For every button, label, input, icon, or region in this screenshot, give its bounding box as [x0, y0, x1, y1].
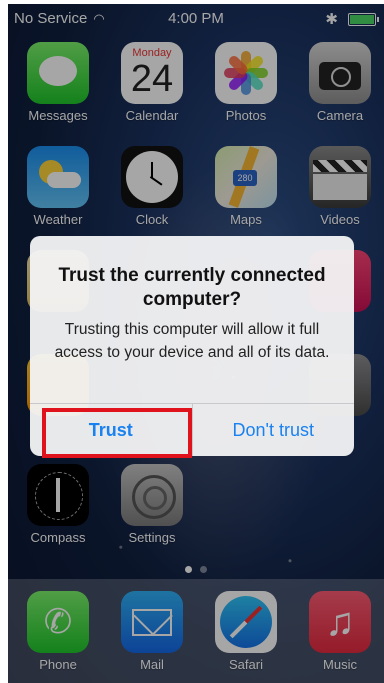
- highlight-box: [42, 408, 192, 458]
- dont-trust-button[interactable]: Don't trust: [193, 404, 355, 456]
- alert-message: Trusting this computer will allow it ful…: [54, 321, 330, 361]
- alert-title: Trust the currently connected computer?: [58, 265, 326, 310]
